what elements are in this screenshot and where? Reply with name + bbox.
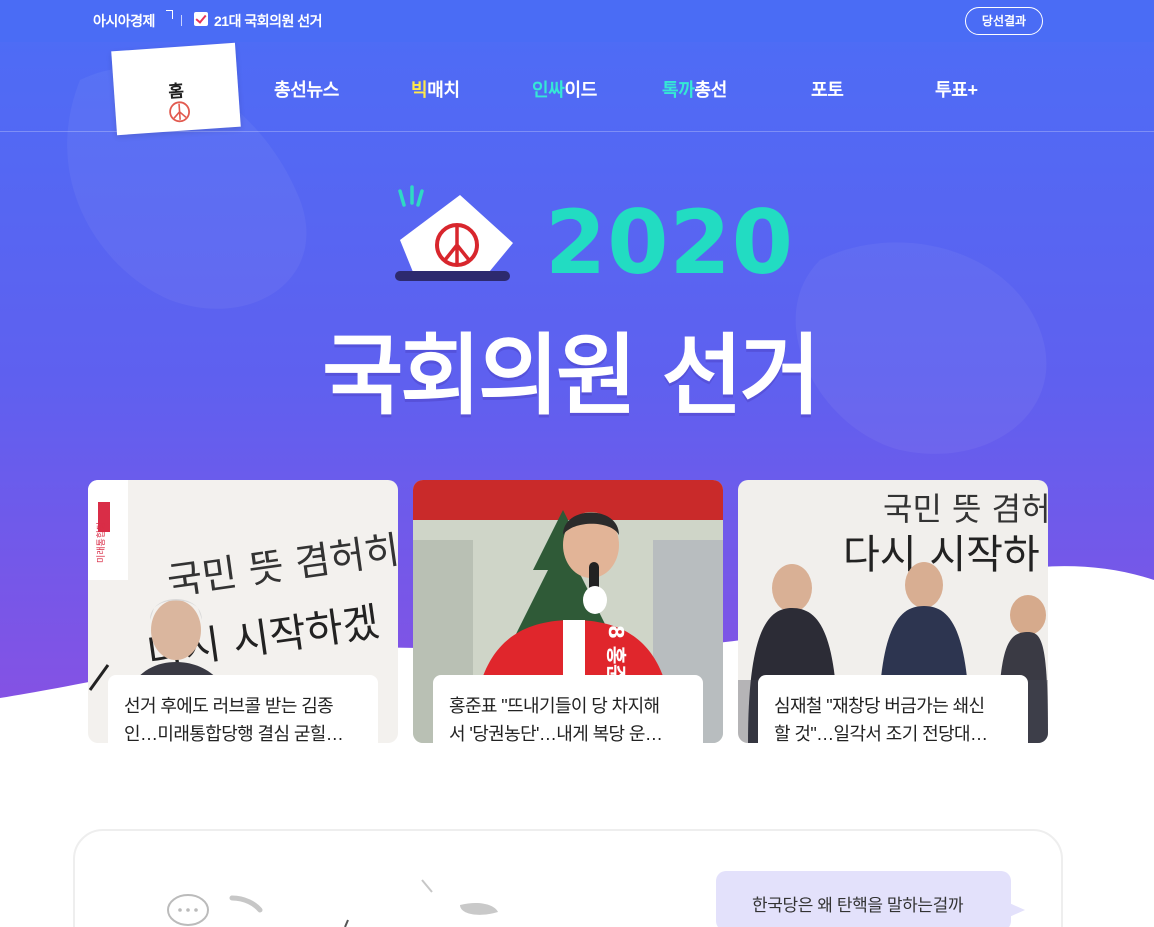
nav-item-big-match-highlight: 빅 — [411, 80, 428, 100]
nav-item-big-match-rest: 매치 — [427, 80, 460, 100]
news-card[interactable]: 국민 뜻 겸허 다시 시작하 심재철 "재창당 버금가는 쇄신 할 것"…일각서… — [738, 480, 1048, 743]
news-card-caption: 선거 후에도 러브콜 받는 김종 인…미래통합당행 결심 굳힐… — [108, 675, 378, 743]
sign-text-1: 국민 뜻 겸허 — [883, 490, 1048, 528]
sign-text-2: 다시 시작하 — [843, 532, 1040, 578]
caption-line-1: 선거 후에도 러브콜 받는 김종 — [124, 696, 334, 716]
news-card[interactable]: 미래통합당 국민 뜻 겸허히 다시 시작하겠 선거 후에도 러브콜 받는 김종 … — [88, 480, 398, 743]
party-mark-text: 미래통합당 — [96, 522, 107, 563]
nav-item-insider[interactable]: 인싸이드 — [532, 76, 597, 102]
hero-year: 2020 — [545, 191, 794, 294]
speech-bubble-icon — [167, 879, 498, 927]
nav-item-insider-rest: 이드 — [564, 80, 598, 100]
external-link-icon — [166, 10, 173, 19]
nav-item-talk-election-highlight: 톡까 — [662, 80, 695, 100]
hero-title: 국회의원 선거 — [322, 324, 820, 427]
chat-bubble-tail — [1007, 902, 1025, 918]
topbar-divider — [181, 15, 182, 26]
top-utility-bar: 아시아경제 21대 국회의원 선거 당선결과 — [0, 0, 1154, 42]
chat-bubble[interactable]: 한국당은 왜 탄핵을 말하는걸까 — [716, 871, 1011, 927]
nav-item-talk-election-rest: 총선 — [694, 80, 728, 100]
election-results-button[interactable]: 당선결과 — [965, 7, 1043, 35]
news-card[interactable]: 8 홍준표 홍준표 "뜨내기들이 당 차지해 서 '당권농단'…내게 복당 운… — [413, 480, 723, 743]
news-card-caption: 심재철 "재창당 버금가는 쇄신 할 것"…일각서 조기 전당대… — [758, 675, 1028, 743]
nav-item-election-news[interactable]: 총선뉴스 — [274, 76, 339, 102]
election-landing-page: 아시아경제 21대 국회의원 선거 당선결과 홈 총선뉴스 빅매치 인싸이드 톡… — [0, 0, 1154, 927]
ballot-box-icon — [395, 185, 513, 281]
nav-item-vote-plus[interactable]: 투표+ — [935, 76, 978, 102]
nav-home[interactable]: 홈 — [111, 42, 241, 136]
nav-item-big-match[interactable]: 빅매치 — [411, 76, 460, 102]
nav-item-photo[interactable]: 포토 — [811, 76, 844, 102]
caption-line-2: 할 것"…일각서 조기 전당대… — [774, 724, 988, 743]
caption-line-2: 인…미래통합당행 결심 굳힐… — [124, 724, 344, 743]
ballot-stamp-icon — [169, 101, 190, 123]
caption-line-2: 서 '당권농단'…내게 복당 운… — [449, 724, 663, 743]
chat-bubble-text: 한국당은 왜 탄핵을 말하는걸까 — [752, 896, 964, 915]
checkbox-icon — [194, 12, 208, 26]
news-card-caption: 홍준표 "뜨내기들이 당 차지해 서 '당권농단'…내게 복당 운… — [433, 675, 703, 743]
nav-item-talk-election[interactable]: 톡까총선 — [662, 76, 727, 102]
section-title-link[interactable]: 21대 국회의원 선거 — [214, 11, 323, 31]
brand-link[interactable]: 아시아경제 — [93, 11, 155, 31]
caption-line-1: 심재철 "재창당 버금가는 쇄신 — [774, 696, 985, 716]
caption-line-1: 홍준표 "뜨내기들이 당 차지해 — [449, 696, 660, 716]
nav-item-insider-highlight: 인싸 — [532, 80, 565, 100]
